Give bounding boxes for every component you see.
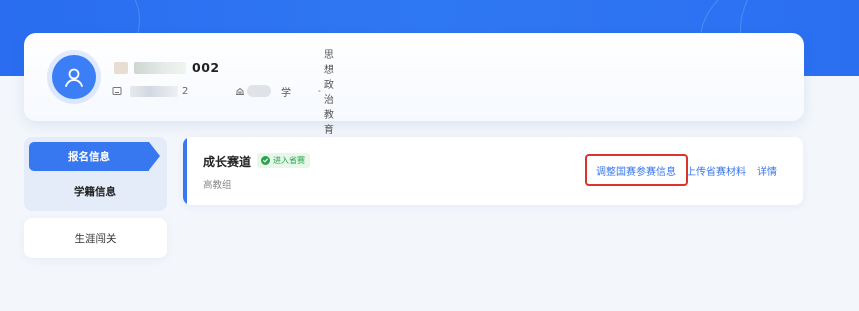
status-label: 进入省赛: [273, 156, 305, 165]
id-number: 2: [182, 85, 189, 97]
user-name: 002: [192, 60, 220, 75]
id-redacted: [130, 85, 178, 97]
sidebar-item-enrollment-info[interactable]: 学籍信息: [29, 177, 161, 205]
school-name: 学: [281, 87, 291, 99]
id-field: 2: [112, 83, 188, 99]
major-name: 思想政治教育: [323, 50, 334, 136]
registration-entry-card: 成长赛道 进入省赛 高教组 调整国赛参赛信息 上传省赛材料 详情: [183, 137, 803, 205]
school-redacted: [247, 85, 271, 97]
sidebar-item-registration-info[interactable]: 报名信息: [29, 142, 160, 171]
upload-provincial-materials-link[interactable]: 上传省赛材料: [686, 163, 746, 178]
card-accent-bar: [183, 137, 187, 205]
name-redacted: [134, 62, 186, 74]
name-redacted: [114, 62, 128, 74]
sidebar-item-career-challenge[interactable]: 生涯闯关: [24, 218, 167, 258]
details-link[interactable]: 详情: [757, 163, 777, 178]
check-circle-icon: [261, 156, 270, 165]
adjust-national-info-link[interactable]: 调整国赛参赛信息: [596, 163, 676, 178]
school-icon: [236, 87, 244, 95]
track-title: 成长赛道: [203, 155, 252, 169]
group-label: 高教组: [203, 180, 232, 191]
id-card-icon: [112, 87, 122, 95]
school-field: 学: [235, 83, 291, 99]
major-field: 思想政治教育: [318, 50, 341, 136]
user-icon: [65, 68, 83, 87]
status-badge: 进入省赛: [257, 153, 310, 168]
profile-card: 002 2 学 思想政治教育: [24, 33, 804, 136]
graduation-cap-icon: [318, 89, 321, 92]
avatar: [52, 55, 96, 99]
